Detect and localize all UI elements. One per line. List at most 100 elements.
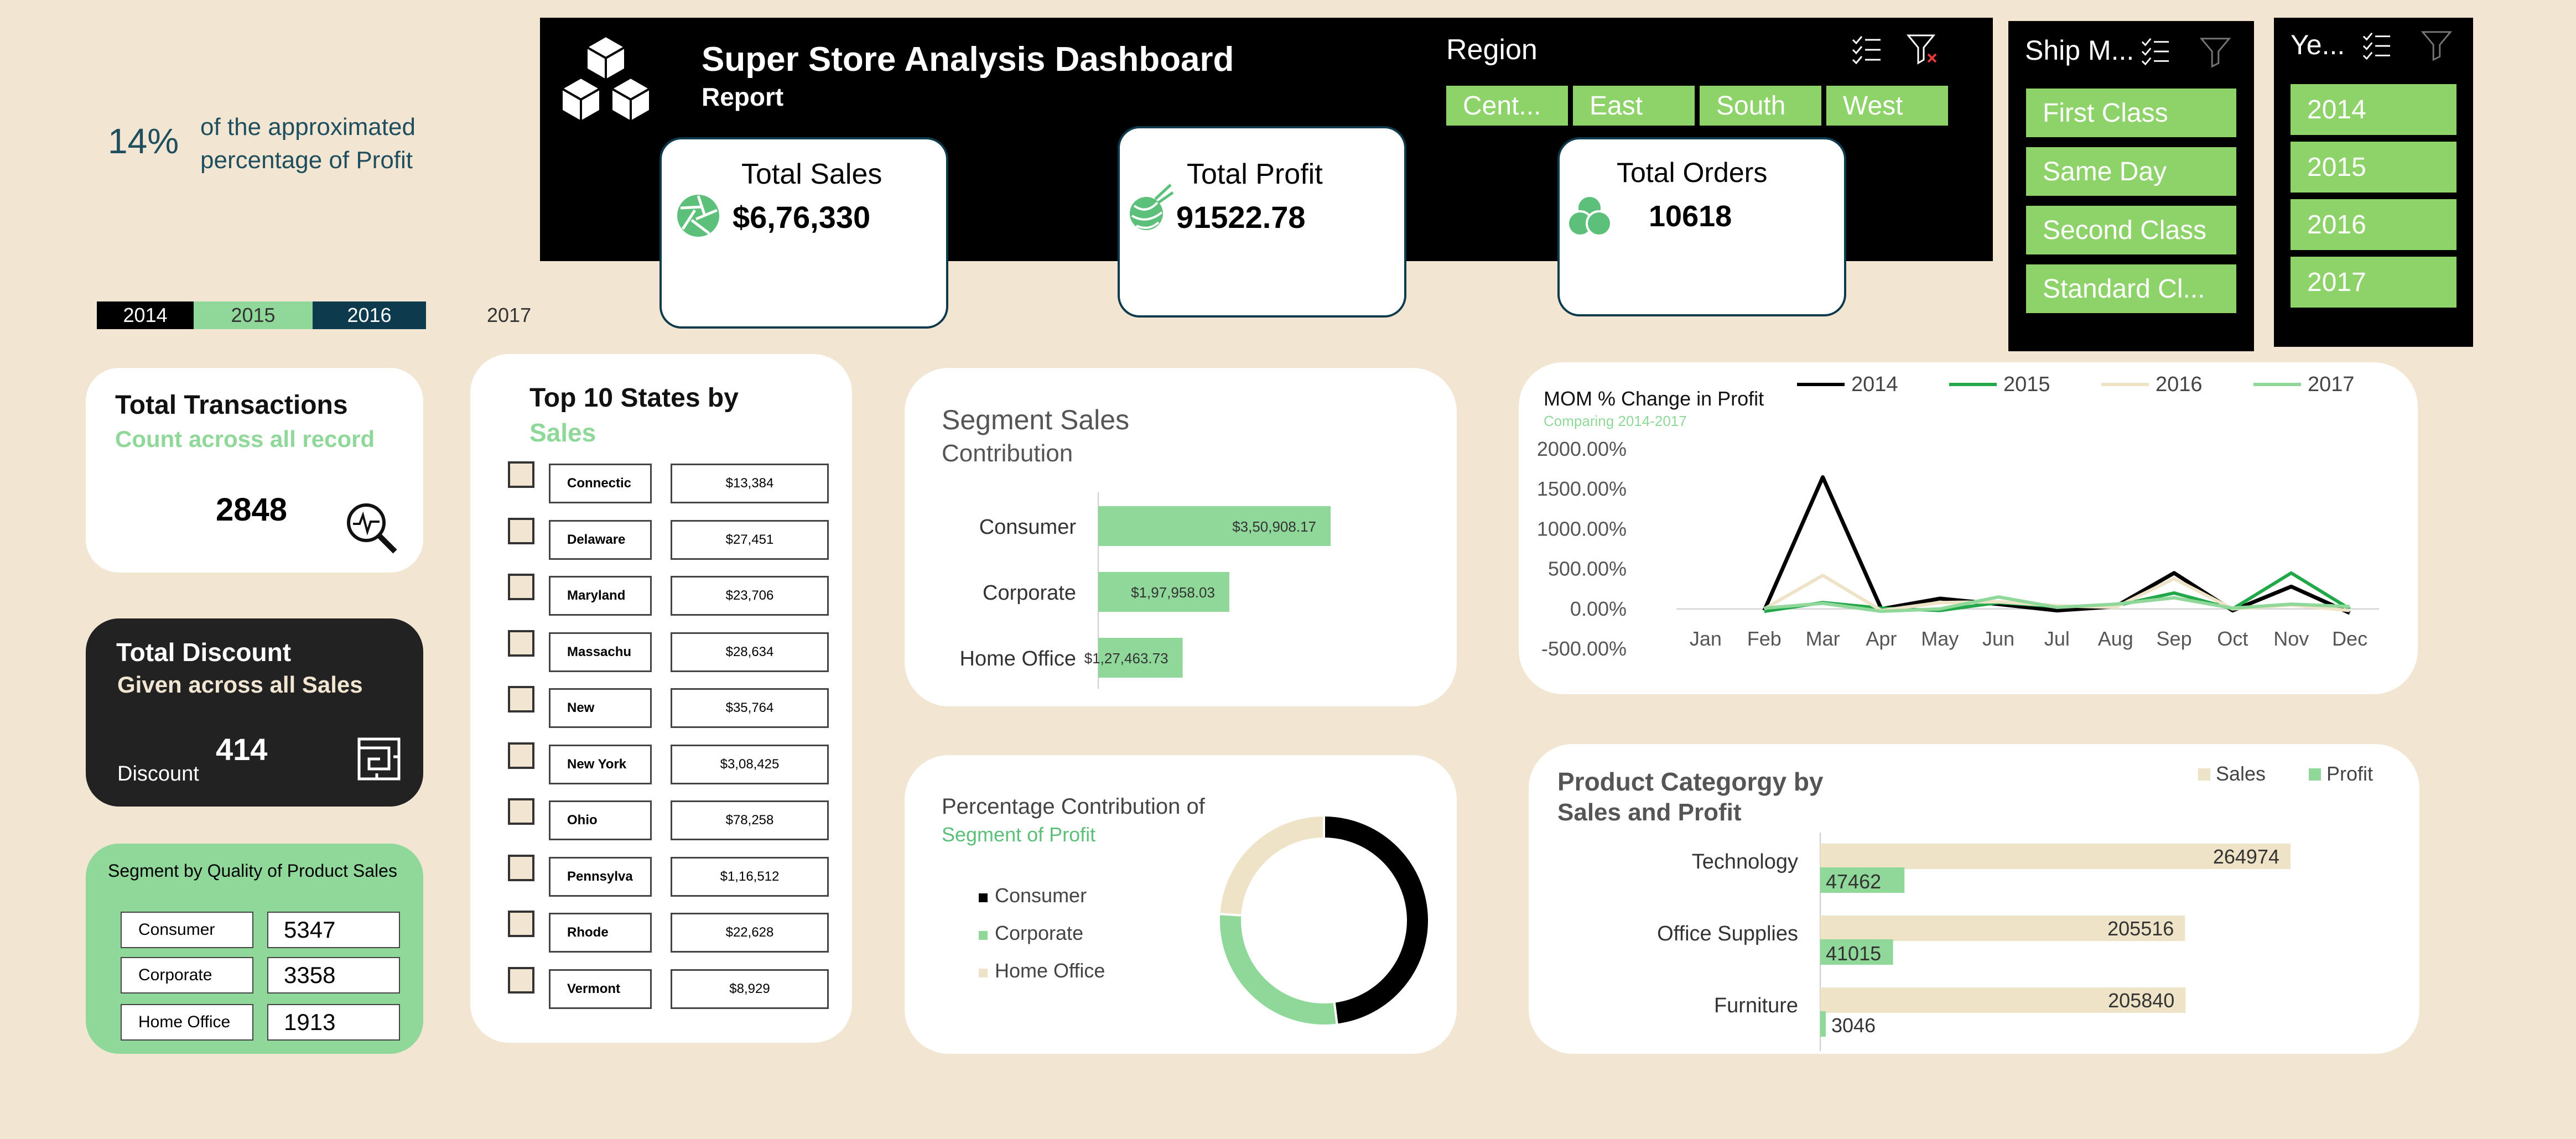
- year-strip-2015[interactable]: 2015: [194, 301, 313, 329]
- top-states-title: Top 10 States by: [529, 383, 739, 413]
- x-tick-label: Jul: [2044, 627, 2070, 650]
- x-tick-label: Jan: [1690, 627, 1722, 650]
- transactions-title: Total Transactions: [115, 391, 348, 420]
- year-slicer-title: Ye...: [2291, 29, 2345, 60]
- y-tick-label: 0.00%: [1570, 597, 1627, 620]
- y-tick-label: 1000.00%: [1537, 517, 1627, 540]
- state-name: Vermont: [549, 969, 652, 1009]
- year-2015[interactable]: 2015: [2291, 142, 2456, 193]
- discount-label: Discount: [117, 762, 199, 786]
- data-label: 205840: [2108, 989, 2174, 1012]
- state-checkbox[interactable]: [508, 574, 534, 600]
- ship-second-class[interactable]: Second Class: [2026, 206, 2236, 254]
- venn-icon: [1567, 195, 1612, 237]
- multi-select-icon[interactable]: [2140, 37, 2170, 66]
- ship-standard-class[interactable]: Standard Cl...: [2026, 264, 2236, 313]
- transactions-subtitle: Count across all record: [115, 426, 375, 452]
- x-tick-label: Dec: [2332, 627, 2367, 650]
- category-label: Office Supplies: [1657, 922, 1798, 945]
- state-checkbox[interactable]: [508, 686, 534, 712]
- state-sales: $27,451: [671, 519, 829, 560]
- state-checkbox[interactable]: [508, 966, 534, 994]
- state-sales: $3,08,425: [671, 744, 829, 784]
- category-label: Home Office: [960, 647, 1076, 670]
- state-name: New: [549, 688, 652, 728]
- yarn-icon: [1130, 184, 1174, 230]
- segment-quality-value: 5347: [267, 912, 400, 948]
- state-checkbox[interactable]: [508, 911, 534, 937]
- data-label: 3046: [1831, 1014, 1876, 1037]
- state-name: Ohio: [549, 800, 652, 840]
- total-sales-value: $6,76,330: [733, 200, 871, 235]
- region-central[interactable]: Cent...: [1446, 86, 1568, 126]
- data-label: 264974: [2213, 845, 2279, 868]
- state-checkbox[interactable]: [508, 517, 534, 544]
- x-tick-label: Jun: [1982, 627, 2014, 650]
- legend-label: 2016: [2156, 373, 2203, 396]
- profit-percent-desc-1: of the approximated: [200, 113, 416, 141]
- total-orders-value: 10618: [1649, 200, 1732, 233]
- x-tick-label: Feb: [1747, 627, 1782, 650]
- year-2017[interactable]: 2017: [2291, 257, 2456, 308]
- state-checkbox[interactable]: [508, 630, 534, 657]
- x-tick-label: May: [1921, 627, 1959, 650]
- region-south[interactable]: South: [1700, 86, 1821, 126]
- data-label: 41015: [1826, 942, 1881, 965]
- bar: [1820, 1011, 1826, 1037]
- aperture-icon: [677, 195, 719, 237]
- year-strip-2016[interactable]: 2016: [313, 301, 426, 329]
- state-name: Connectic: [549, 464, 652, 503]
- multi-select-icon[interactable]: [2361, 31, 2391, 61]
- multi-select-icon[interactable]: [1851, 34, 1882, 65]
- filter-icon[interactable]: [2421, 29, 2453, 61]
- year-2016[interactable]: 2016: [2291, 199, 2456, 250]
- region-west[interactable]: West: [1826, 86, 1948, 126]
- legend-swatch: [2198, 768, 2210, 781]
- state-name: Massachu: [549, 632, 652, 672]
- state-name: Pennsylva: [549, 856, 652, 897]
- clear-filter-icon[interactable]: [1906, 32, 1939, 65]
- search-pulse-icon: [347, 503, 397, 554]
- legend-label: Consumer: [995, 884, 1087, 907]
- filter-icon[interactable]: [2199, 35, 2231, 67]
- state-checkbox[interactable]: [508, 854, 534, 881]
- ship-first-class[interactable]: First Class: [2026, 89, 2236, 137]
- transactions-value: 2848: [216, 492, 288, 528]
- dashboard-subtitle: Report: [702, 82, 784, 111]
- legend-swatch: [979, 893, 988, 902]
- profit-percent-value: 14%: [108, 121, 179, 161]
- region-east[interactable]: East: [1573, 86, 1695, 126]
- state-sales: $23,706: [671, 576, 829, 616]
- state-sales: $8,929: [671, 969, 829, 1009]
- category-label: Consumer: [979, 516, 1077, 539]
- discount-subtitle: Given across all Sales: [117, 672, 363, 698]
- legend-label: Corporate: [995, 922, 1083, 944]
- state-checkbox[interactable]: [508, 798, 534, 825]
- top-states-title-sales: Sales: [529, 418, 596, 447]
- x-tick-label: Sep: [2157, 627, 2192, 650]
- legend-swatch: [2309, 768, 2321, 781]
- region-slicer-title: Region: [1446, 34, 1538, 66]
- category-label: Furniture: [1714, 994, 1798, 1017]
- segment-quality-title: Segment by Quality of Product Sales: [108, 861, 397, 881]
- year-strip-2014[interactable]: 2014: [97, 301, 194, 329]
- year-strip-2017[interactable]: 2017: [487, 301, 553, 329]
- y-tick-label: 1500.00%: [1537, 477, 1627, 500]
- ship-same-day[interactable]: Same Day: [2026, 147, 2236, 196]
- year-2014[interactable]: 2014: [2291, 84, 2456, 135]
- ship-mode-title: Ship M...: [2025, 35, 2134, 66]
- state-name: Delaware: [549, 519, 652, 560]
- state-name: Maryland: [549, 576, 652, 616]
- state-name: Rhode: [549, 913, 652, 953]
- state-checkbox[interactable]: [508, 742, 534, 769]
- y-tick-label: 500.00%: [1548, 558, 1627, 580]
- state-name: New York: [549, 744, 652, 784]
- donut-slice: [1323, 814, 1430, 1026]
- x-tick-label: Apr: [1866, 627, 1897, 650]
- legend-label: Sales: [2216, 762, 2266, 785]
- x-tick-label: Aug: [2098, 627, 2133, 650]
- segment-quality-label: Corporate: [121, 957, 253, 994]
- segment-sales-chart: Consumer $3,50,908.17 Corporate $1,97,958.0…: [960, 492, 1331, 689]
- state-checkbox[interactable]: [508, 461, 534, 488]
- total-profit-value: 91522.78: [1176, 200, 1306, 235]
